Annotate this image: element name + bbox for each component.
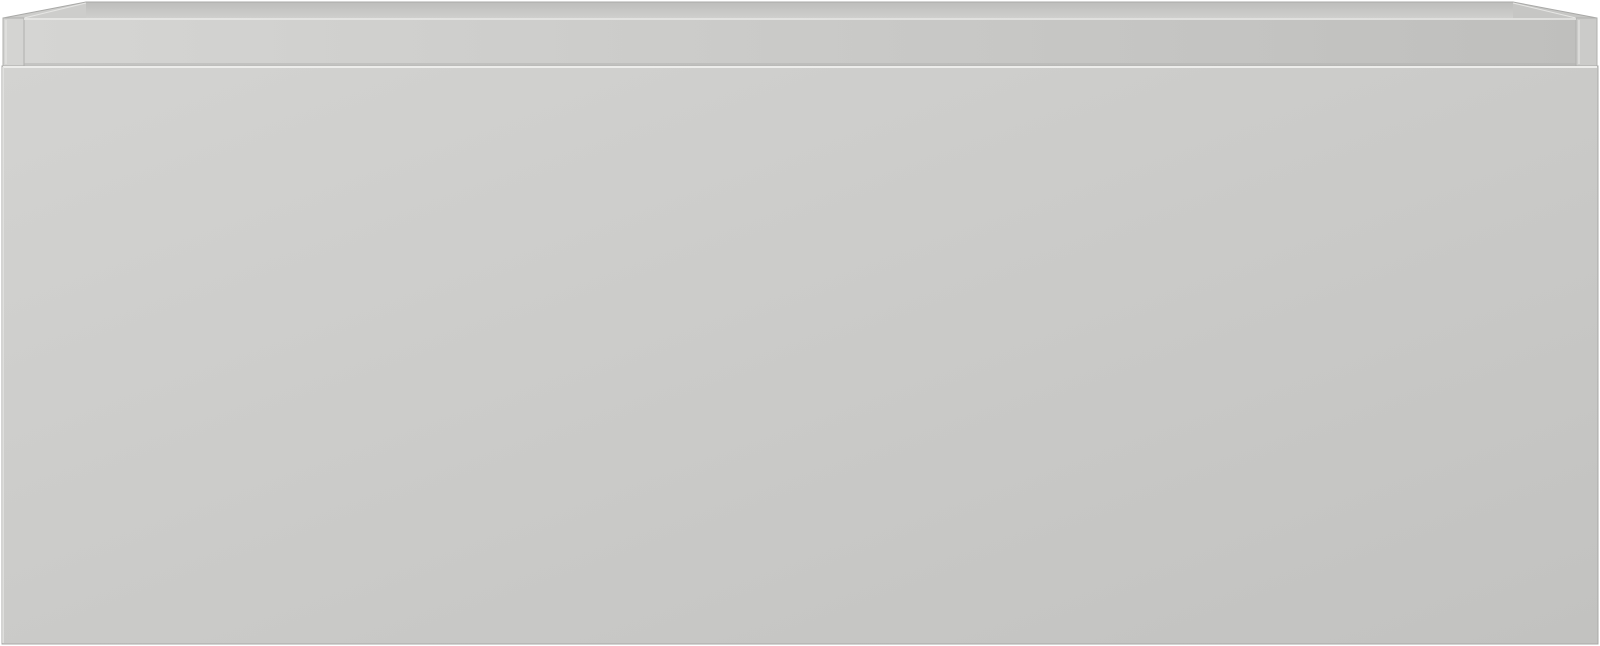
drawer-front[interactable] <box>1 65 1599 645</box>
drawer-box <box>2 1 1598 67</box>
drawer-stage <box>0 0 1600 646</box>
drawer-illustration <box>1 1 1599 645</box>
drawer-inner-band <box>24 18 1576 66</box>
drawer-back-wall <box>86 2 1513 18</box>
drawer-front-panel[interactable] <box>1 65 1599 645</box>
